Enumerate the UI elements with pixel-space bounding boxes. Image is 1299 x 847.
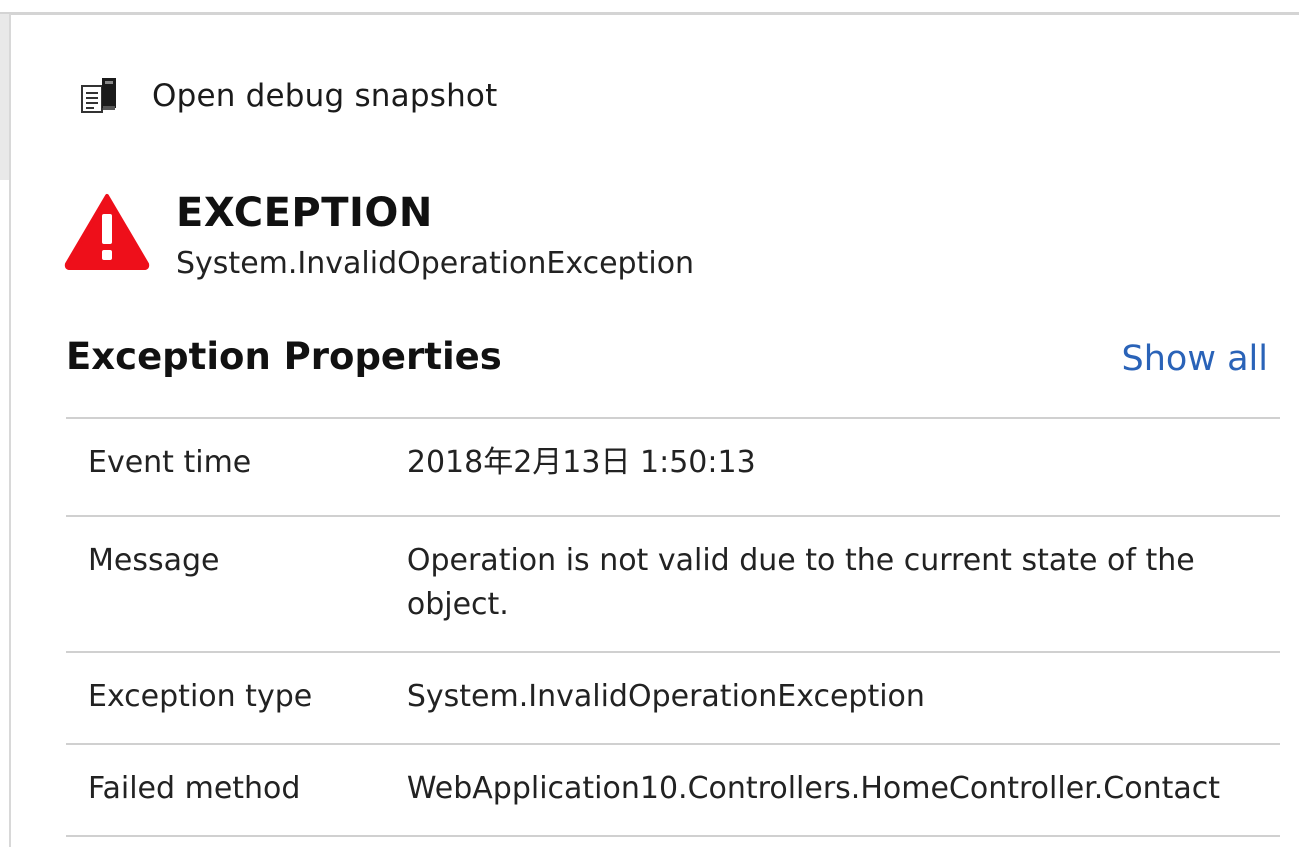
property-value: Operation is not valid due to the curren… xyxy=(406,543,1195,622)
property-value: System.InvalidOperationException xyxy=(406,679,925,714)
exception-properties-title: Exception Properties xyxy=(66,335,502,378)
open-debug-snapshot-label: Open debug snapshot xyxy=(152,78,498,114)
exception-properties-header: Exception Properties Show all xyxy=(66,335,1280,395)
exception-title: EXCEPTION xyxy=(176,190,433,236)
property-key: Message xyxy=(88,543,220,578)
exception-properties-table: Event time 2018年2月13日 1:50:13 Message Op… xyxy=(66,417,1280,837)
warning-triangle-icon xyxy=(64,192,150,270)
property-value: 2018年2月13日 1:50:13 xyxy=(406,445,756,480)
exception-header: EXCEPTION System.InvalidOperationExcepti… xyxy=(64,188,764,298)
left-scrollbar-thumb[interactable] xyxy=(0,14,9,180)
property-key: Exception type xyxy=(88,679,313,714)
table-row: Exception type System.InvalidOperationEx… xyxy=(66,652,1280,744)
top-divider xyxy=(0,12,1299,15)
table-row: Message Operation is not valid due to th… xyxy=(66,516,1280,652)
property-value: WebApplication10.Controllers.HomeControl… xyxy=(406,771,1220,806)
table-row: Failed method WebApplication10.Controlle… xyxy=(66,744,1280,836)
table-row: Event time 2018年2月13日 1:50:13 xyxy=(66,418,1280,516)
open-debug-snapshot-button[interactable]: Open debug snapshot xyxy=(80,68,497,124)
property-key: Failed method xyxy=(88,771,301,806)
exception-detail-panel: Open debug snapshot EXCEPTION System.Inv… xyxy=(0,0,1299,847)
debug-snapshot-icon xyxy=(80,76,122,116)
exception-type-subtitle: System.InvalidOperationException xyxy=(176,246,695,281)
show-all-link[interactable]: Show all xyxy=(1122,339,1268,379)
property-key: Event time xyxy=(88,445,252,480)
